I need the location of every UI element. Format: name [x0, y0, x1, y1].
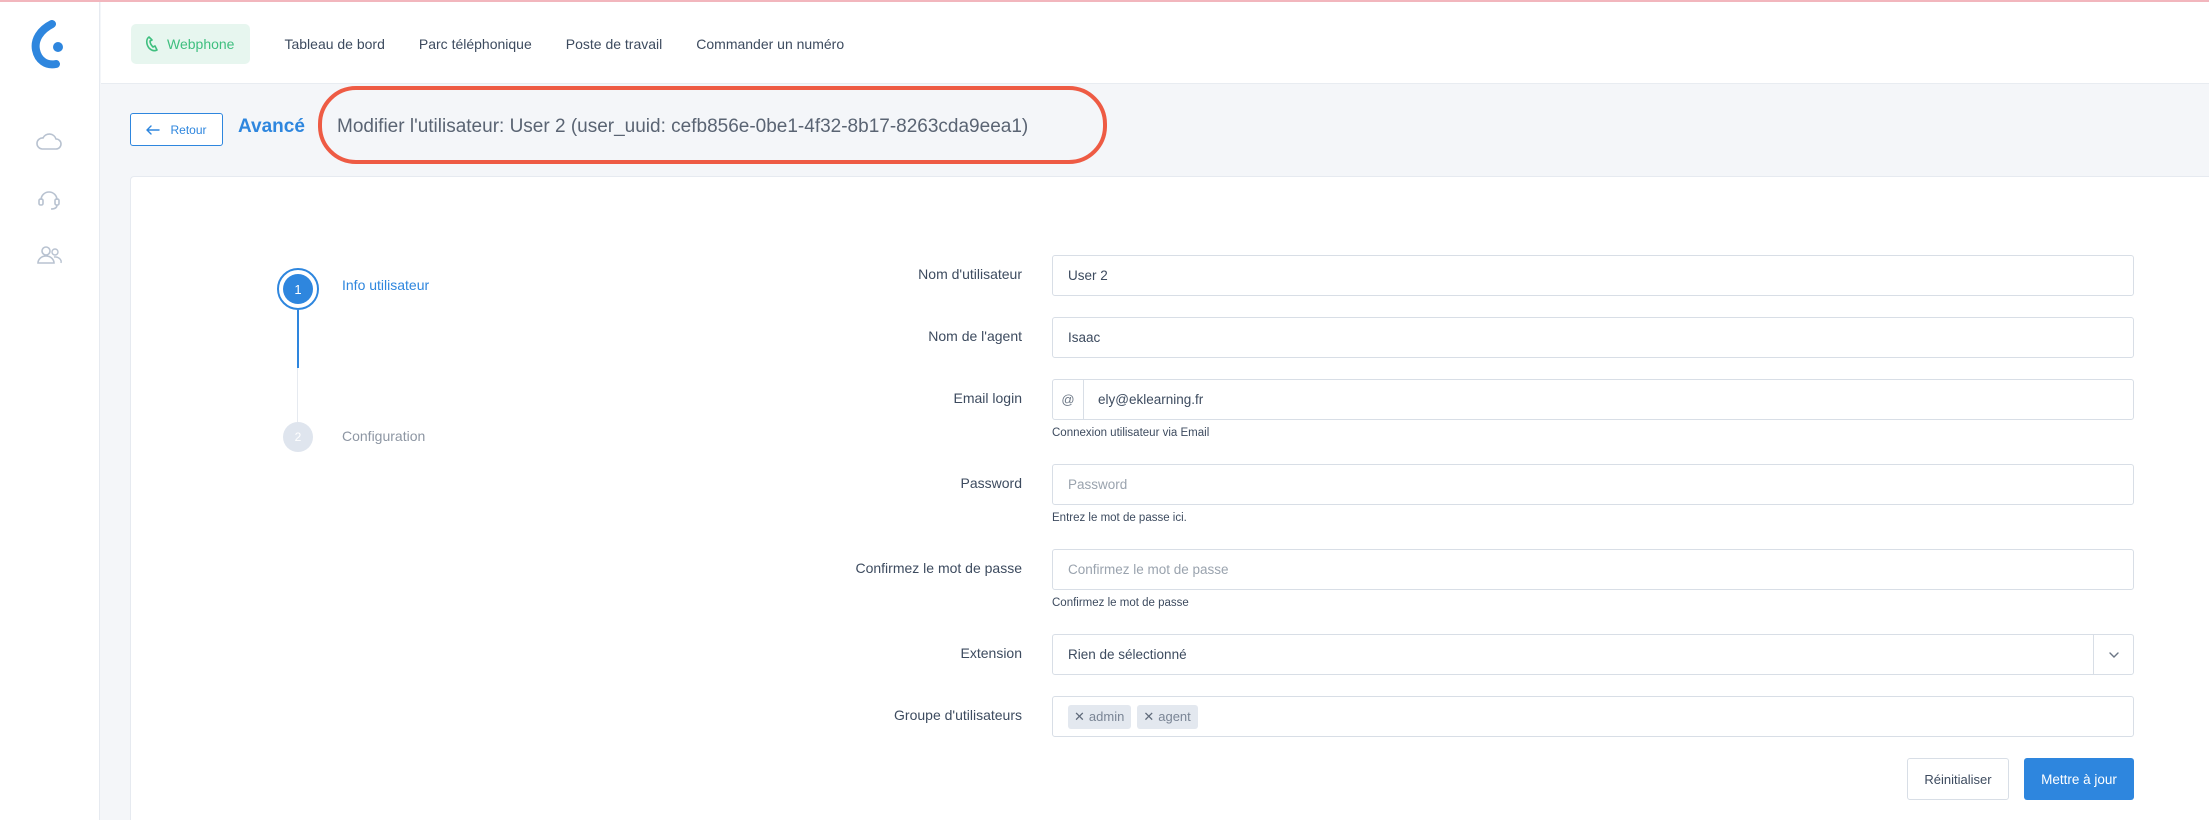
step-1-number: 1: [283, 274, 313, 304]
username-field[interactable]: User 2: [1052, 255, 2134, 296]
nav-webphone-label: Webphone: [167, 36, 235, 52]
top-navbar: Webphone Tableau de bord Parc téléphoniq…: [101, 2, 2209, 84]
nav-order-number[interactable]: Commander un numéro: [696, 24, 844, 64]
confirm-password-help: Confirmez le mot de passe: [1052, 597, 1189, 609]
username-label: Nom d'utilisateur: [918, 266, 1022, 282]
email-label: Email login: [953, 390, 1022, 406]
email-field[interactable]: @ ely@eklearning.fr: [1052, 379, 2134, 420]
group-tag-admin: ✕ admin: [1068, 704, 1132, 729]
cloud-icon[interactable]: [34, 128, 64, 158]
email-value: ely@eklearning.fr: [1098, 392, 1204, 407]
step-2-indicator[interactable]: 2: [283, 422, 313, 452]
user-groups-label: Groupe d'utilisateurs: [894, 707, 1022, 723]
extension-label: Extension: [960, 645, 1022, 661]
chevron-down-icon: [2108, 651, 2119, 658]
confirm-password-label: Confirmez le mot de passe: [855, 560, 1022, 576]
email-prefix: @: [1053, 380, 1084, 419]
users-icon[interactable]: [34, 240, 64, 270]
nav-webphone[interactable]: Webphone: [131, 24, 251, 64]
confirm-password-field[interactable]: Confirmez le mot de passe: [1052, 549, 2134, 590]
nav-phone-park[interactable]: Parc téléphonique: [419, 24, 532, 64]
password-label: Password: [960, 475, 1022, 491]
reset-button[interactable]: Réinitialiser: [1907, 758, 2009, 800]
title-highlight-annotation: [318, 86, 1107, 164]
remove-tag-icon[interactable]: ✕: [1074, 709, 1085, 725]
back-button-label: Retour: [170, 122, 207, 137]
step-2-label[interactable]: Configuration: [342, 428, 425, 444]
step-connector-active: [297, 310, 299, 368]
group-tag-label: admin: [1088, 709, 1125, 724]
app-logo[interactable]: [30, 20, 70, 70]
nav-dashboard[interactable]: Tableau de bord: [284, 24, 384, 64]
back-button[interactable]: Retour: [130, 113, 223, 146]
password-help: Entrez le mot de passe ici.: [1052, 512, 1187, 524]
extension-dropdown-toggle[interactable]: [2093, 635, 2133, 674]
agent-name-field[interactable]: Isaac: [1052, 317, 2134, 358]
email-help: Connexion utilisateur via Email: [1052, 427, 1210, 439]
section-label: Avancé: [238, 116, 305, 137]
extension-selected-value: Rien de sélectionné: [1068, 647, 1187, 662]
step-1-indicator[interactable]: 1: [277, 268, 319, 310]
nav-workstation[interactable]: Poste de travail: [566, 24, 663, 64]
step-1-label[interactable]: Info utilisateur: [342, 277, 429, 293]
agent-name-label: Nom de l'agent: [928, 328, 1022, 344]
sidebar: [0, 2, 100, 820]
arrow-left-icon: [146, 124, 161, 135]
password-field[interactable]: Password: [1052, 464, 2134, 505]
headset-icon[interactable]: [34, 184, 64, 214]
user-groups-field[interactable]: ✕ admin ✕ agent: [1052, 696, 2134, 737]
update-button[interactable]: Mettre à jour: [2024, 758, 2134, 800]
remove-tag-icon[interactable]: ✕: [1143, 709, 1154, 725]
step-connector-inactive: [297, 368, 298, 422]
group-tag-label: agent: [1158, 709, 1191, 724]
main-nav: Webphone Tableau de bord Parc téléphoniq…: [131, 24, 878, 64]
phone-icon: [145, 36, 158, 52]
group-tag-agent: ✕ agent: [1137, 704, 1198, 729]
extension-select[interactable]: Rien de sélectionné: [1052, 634, 2134, 675]
